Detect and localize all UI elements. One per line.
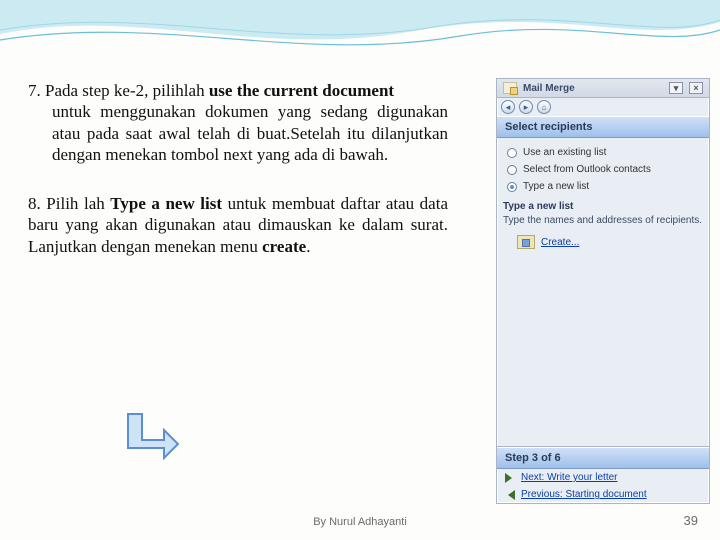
paragraph-7: 7. Pada step ke-2, pilihlah use the curr… (28, 80, 448, 165)
next-arrow-icon (505, 473, 515, 483)
step-head: Step 3 of 6 (497, 447, 709, 469)
p8-prefix: 8. Pilih lah (28, 194, 110, 213)
paragraph-8: 8. Pilih lah Type a new list untuk membu… (28, 193, 448, 257)
prev-step-link[interactable]: Previous: Starting document (497, 486, 709, 503)
p8-bold: Type a new list (110, 194, 222, 213)
next-step-label: Next: Write your letter (521, 472, 618, 483)
next-step-link[interactable]: Next: Write your letter (497, 469, 709, 486)
p7-rest: untuk menggunakan dokumen yang sedang di… (52, 101, 448, 165)
prev-step-label: Previous: Starting document (521, 489, 647, 500)
prev-arrow-icon (505, 490, 515, 500)
p8-bold2: create (262, 237, 306, 256)
arrow-down-right-icon (120, 410, 180, 470)
p8-end: . (306, 237, 310, 256)
page-number: 39 (684, 513, 698, 528)
footer-credit: By Nurul Adhayanti (0, 516, 720, 528)
p7-prefix: 7. Pada step ke-2, pilihlah (28, 81, 209, 100)
p7-bold: use the current document (209, 81, 394, 100)
